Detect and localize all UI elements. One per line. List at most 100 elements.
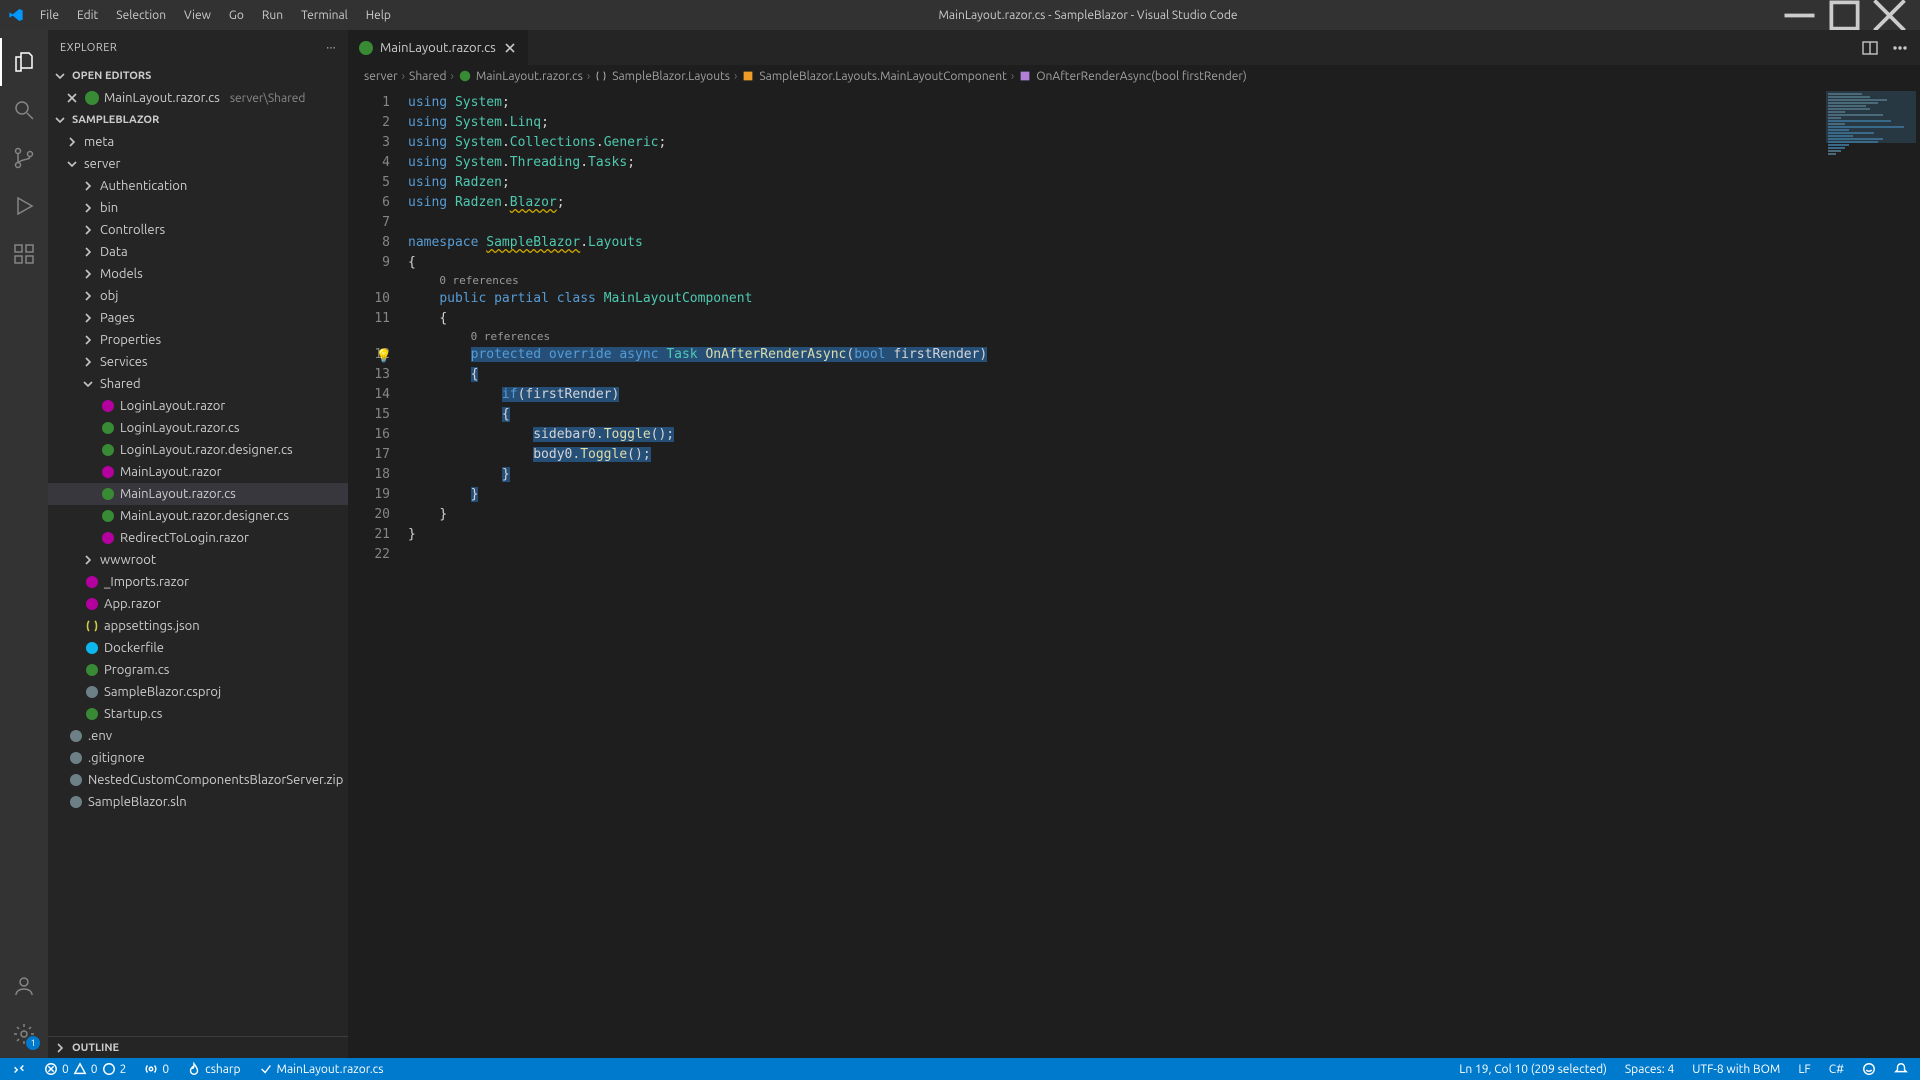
crumb-file[interactable]: MainLayout.razor.cs	[458, 69, 583, 83]
file-mainlayout-razor[interactable]: MainLayout.razor	[48, 461, 348, 483]
error-icon	[44, 1062, 58, 1076]
file-tree[interactable]: meta server AuthenticationbinControllers…	[48, 131, 348, 1036]
folder-server[interactable]: server	[48, 153, 348, 175]
folder-authentication[interactable]: Authentication	[48, 175, 348, 197]
split-editor-button[interactable]	[1858, 36, 1882, 60]
chevron-right-icon	[80, 200, 96, 216]
file-sampleblazor-sln[interactable]: SampleBlazor.sln	[48, 791, 348, 813]
file--env[interactable]: .env	[48, 725, 348, 747]
folder-wwwroot[interactable]: wwwroot	[48, 549, 348, 571]
file--gitignore[interactable]: .gitignore	[48, 747, 348, 769]
crumb-server[interactable]: server	[364, 70, 398, 83]
window-title: MainLayout.razor.cs - SampleBlazor - Vis…	[399, 9, 1777, 22]
file-startup-cs[interactable]: Startup.cs	[48, 703, 348, 725]
folder-pages[interactable]: Pages	[48, 307, 348, 329]
minimap[interactable]	[1820, 87, 1920, 1058]
crumb-method[interactable]: OnAfterRenderAsync(bool firstRender)	[1018, 69, 1247, 83]
sidebar-explorer: EXPLORER ··· OPEN EDITORS MainLayout.raz…	[48, 30, 348, 1058]
generic-icon	[68, 772, 84, 788]
tab-mainlayout[interactable]: MainLayout.razor.cs	[348, 30, 529, 65]
activity-search[interactable]	[0, 86, 48, 134]
activity-debug[interactable]	[0, 182, 48, 230]
menu-file[interactable]: File	[32, 5, 67, 26]
folder-services[interactable]: Services	[48, 351, 348, 373]
search-icon	[12, 98, 36, 122]
status-encoding[interactable]: UTF-8 with BOM	[1688, 1058, 1784, 1080]
folder-meta[interactable]: meta	[48, 131, 348, 153]
folder-obj[interactable]: obj	[48, 285, 348, 307]
file-app-razor[interactable]: App.razor	[48, 593, 348, 615]
status-feedback[interactable]	[1858, 1058, 1880, 1080]
folder-label: server	[84, 157, 120, 171]
folder-properties[interactable]: Properties	[48, 329, 348, 351]
remote-icon	[12, 1062, 26, 1076]
status-problems[interactable]: 0 0 2	[40, 1058, 130, 1080]
file-appsettings-json[interactable]: appsettings.json	[48, 615, 348, 637]
activity-explorer[interactable]	[0, 38, 48, 86]
status-ports[interactable]: 0	[140, 1058, 173, 1080]
maximize-button[interactable]	[1822, 0, 1867, 30]
folder-shared[interactable]: Shared	[48, 373, 348, 395]
close-editor-icon[interactable]	[64, 90, 80, 106]
menu-help[interactable]: Help	[358, 5, 399, 26]
files-icon	[12, 50, 36, 74]
crumb-namespace[interactable]: SampleBlazor.Layouts	[594, 69, 730, 83]
status-bell[interactable]	[1890, 1058, 1912, 1080]
file-mainlayout-razor-designer-cs[interactable]: MainLayout.razor.designer.cs	[48, 505, 348, 527]
breadcrumb[interactable]: server › Shared › MainLayout.razor.cs › …	[348, 65, 1920, 87]
json-icon	[84, 618, 100, 634]
menu-selection[interactable]: Selection	[108, 5, 174, 26]
project-header[interactable]: SAMPLEBLAZOR	[48, 109, 348, 131]
folder-models[interactable]: Models	[48, 263, 348, 285]
folder-label: Shared	[100, 377, 141, 391]
code-editor[interactable]: 1234567891011💡1213141516171819202122 usi…	[348, 87, 1920, 1058]
activity-scm[interactable]	[0, 134, 48, 182]
activity-extensions[interactable]	[0, 230, 48, 278]
folder-data[interactable]: Data	[48, 241, 348, 263]
file-label: Program.cs	[104, 663, 169, 677]
explorer-more-icon[interactable]: ···	[326, 42, 336, 54]
cs-icon	[100, 508, 116, 524]
outline-header[interactable]: OUTLINE	[48, 1036, 348, 1058]
code-content[interactable]: using System;using System.Linq;using Sys…	[408, 87, 1920, 1058]
crumb-class[interactable]: SampleBlazor.Layouts.MainLayoutComponent	[741, 69, 1007, 83]
file-nestedcustomcomponentsblazorserver-zip[interactable]: NestedCustomComponentsBlazorServer.zip	[48, 769, 348, 791]
status-spaces[interactable]: Spaces: 4	[1621, 1058, 1678, 1080]
activity-account[interactable]	[0, 962, 48, 1010]
menu-edit[interactable]: Edit	[69, 5, 106, 26]
activity-bar: 1	[0, 30, 48, 1058]
open-editors-header[interactable]: OPEN EDITORS	[48, 65, 348, 87]
menu-run[interactable]: Run	[254, 5, 291, 26]
file-loginlayout-razor-designer-cs[interactable]: LoginLayout.razor.designer.cs	[48, 439, 348, 461]
status-file-check[interactable]: MainLayout.razor.cs	[255, 1058, 388, 1080]
chevron-down-icon	[80, 376, 96, 392]
file-mainlayout-razor-cs[interactable]: MainLayout.razor.cs	[48, 483, 348, 505]
status-eol[interactable]: LF	[1794, 1058, 1814, 1080]
file-program-cs[interactable]: Program.cs	[48, 659, 348, 681]
file-_imports-razor[interactable]: _Imports.razor	[48, 571, 348, 593]
razor-icon	[100, 398, 116, 414]
status-lang-server[interactable]: csharp	[183, 1058, 244, 1080]
file-loginlayout-razor-cs[interactable]: LoginLayout.razor.cs	[48, 417, 348, 439]
menu-terminal[interactable]: Terminal	[293, 5, 356, 26]
close-button[interactable]	[1867, 0, 1912, 30]
file-dockerfile[interactable]: Dockerfile	[48, 637, 348, 659]
folder-controllers[interactable]: Controllers	[48, 219, 348, 241]
lightbulb-icon[interactable]: 💡	[376, 347, 392, 367]
activity-settings[interactable]: 1	[0, 1010, 48, 1058]
file-sampleblazor-csproj[interactable]: SampleBlazor.csproj	[48, 681, 348, 703]
editor-more-button[interactable]	[1888, 36, 1912, 60]
menu-view[interactable]: View	[176, 5, 219, 26]
minimize-button[interactable]	[1777, 0, 1822, 30]
file-loginlayout-razor[interactable]: LoginLayout.razor	[48, 395, 348, 417]
folder-bin[interactable]: bin	[48, 197, 348, 219]
razor-icon	[84, 596, 100, 612]
tab-close-icon[interactable]	[502, 40, 518, 56]
crumb-shared[interactable]: Shared	[409, 70, 447, 83]
menu-go[interactable]: Go	[221, 5, 252, 26]
file-redirecttologin-razor[interactable]: RedirectToLogin.razor	[48, 527, 348, 549]
status-language[interactable]: C#	[1825, 1058, 1848, 1080]
status-position[interactable]: Ln 19, Col 10 (209 selected)	[1455, 1058, 1611, 1080]
open-editor-item[interactable]: MainLayout.razor.cs server\Shared	[48, 87, 348, 109]
status-remote[interactable]	[8, 1058, 30, 1080]
